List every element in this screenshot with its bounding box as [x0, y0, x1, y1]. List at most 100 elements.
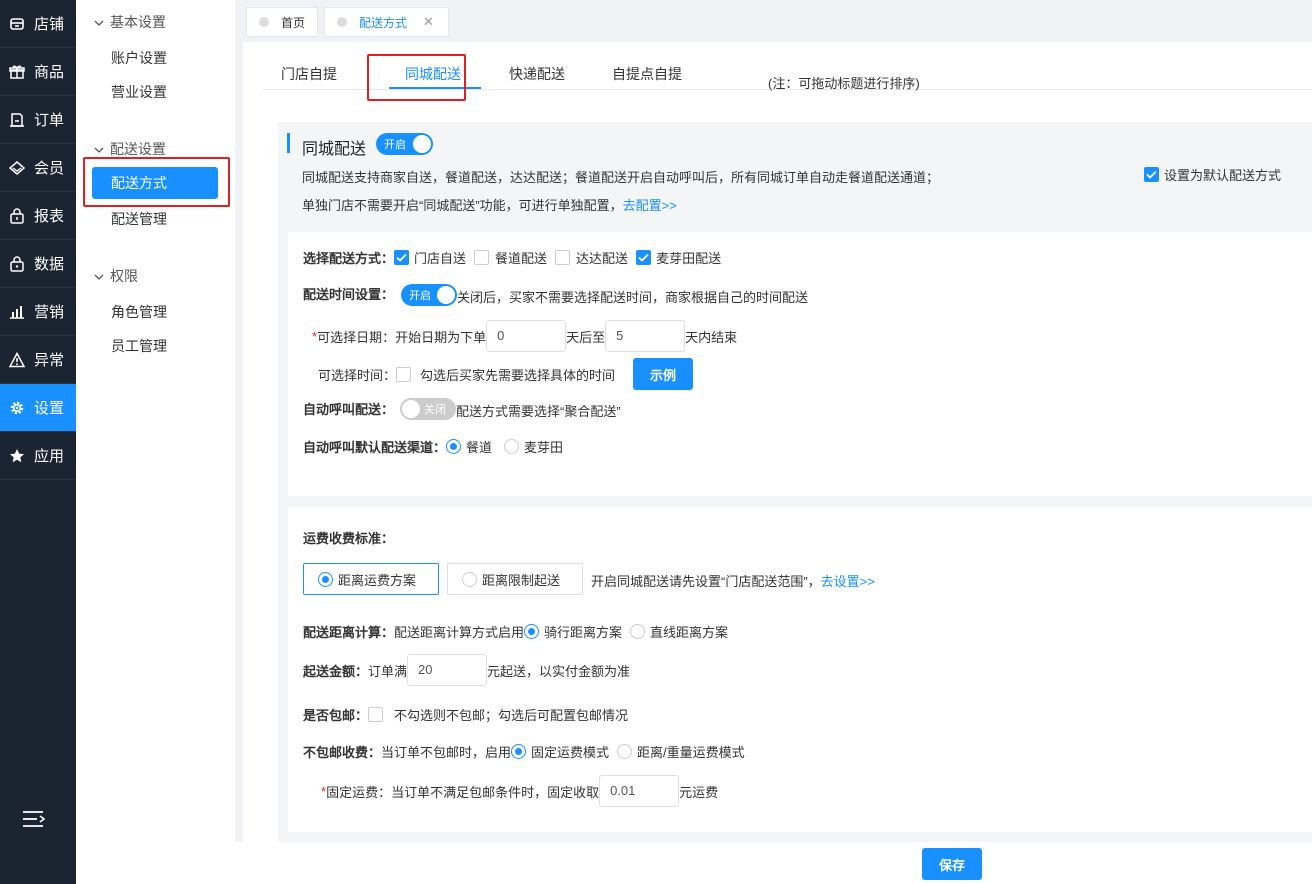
save-button[interactable]: 保存: [922, 848, 982, 880]
nav-item-settings[interactable]: 设置: [0, 384, 76, 432]
sidebar-item-account[interactable]: 账户设置: [111, 48, 167, 68]
method-dada-checkbox[interactable]: [555, 250, 571, 265]
nofree-fixed-radio[interactable]: [511, 744, 527, 759]
fee-option-limit[interactable]: 距离限制起送: [447, 563, 583, 595]
nav-item-reports[interactable]: 报表: [0, 192, 76, 240]
content-card: 门店自提 同城配送 快递配送 自提点自提 (注：可拖动标题进行排序) 同城配送 …: [243, 42, 1312, 842]
channel-option-label: 餐道: [466, 440, 493, 455]
nav-item-label: 商品: [34, 64, 65, 81]
default-method-checkbox[interactable]: 设置为默认配送方式: [1144, 165, 1281, 184]
sidebar-item-business[interactable]: 营业设置: [111, 82, 167, 102]
nav-item-label: 异常: [34, 352, 65, 369]
time-toggle[interactable]: 开启: [401, 284, 457, 306]
date-row: * 可选择日期：开始日期为下单 0 天后至 5 天内结束: [312, 320, 737, 352]
free-shipping-checkbox[interactable]: [368, 707, 384, 722]
configure-link[interactable]: 去配置>>: [623, 198, 677, 213]
delivery-settings-card: 选择配送方式： 门店自送 餐道配送 达达配送 麦芽田配送 配送时间设置： 开启: [288, 232, 1312, 496]
example-button[interactable]: 示例: [633, 358, 694, 390]
page-tabs-bar: 首页 配送方式 ✕: [235, 0, 1312, 42]
desc-text: 单独门店不需要开启“同城配送”功能，可进行单独配置，: [302, 198, 623, 213]
tab-pickup-point[interactable]: 自提点自提: [612, 64, 682, 84]
nofree-option-label: 固定运费模式: [531, 745, 610, 760]
distance-straight-radio[interactable]: [630, 624, 646, 639]
method-store-checkbox[interactable]: [394, 250, 410, 265]
sidebar-item-staff[interactable]: 员工管理: [111, 336, 167, 356]
fee-limit-radio[interactable]: [462, 571, 477, 587]
page-tab-delivery[interactable]: 配送方式 ✕: [324, 7, 449, 37]
nav-item-orders[interactable]: 订单: [0, 96, 76, 144]
date-start-input[interactable]: 0: [486, 320, 567, 352]
time-select-row: 可选择时间： 勾选后买家先需要选择具体的时间 示例: [318, 358, 694, 390]
fee-option-distance[interactable]: 距离运费方案: [303, 563, 439, 595]
fee-settings-card: 运费收费标准： 距离运费方案 距离限制起送 开启同城配送请先设置“门店配送范围”…: [288, 507, 1312, 832]
sidebar-group-delivery[interactable]: 配送设置: [94, 139, 166, 159]
panel-description-2: 单独门店不需要开启“同城配送”功能，可进行单独配置，去配置>>: [302, 195, 677, 214]
channel-maiyatian-radio[interactable]: [504, 439, 520, 454]
method-maiyatian-checkbox[interactable]: [636, 250, 652, 265]
chevron-down-icon: [94, 141, 104, 157]
fee-option-label: 距离限制起送: [482, 572, 561, 588]
panel-title: 同城配送: [302, 141, 367, 158]
method-label: 选择配送方式：: [303, 251, 395, 266]
nav-item-store[interactable]: 店铺: [0, 0, 76, 48]
distance-option-label: 直线距离方案: [650, 625, 729, 640]
fixed-fee-input[interactable]: 0.01: [599, 775, 680, 807]
method-option-label: 门店自送: [414, 251, 467, 266]
toggle-label: 开启: [384, 139, 406, 151]
checkbox-checked-icon[interactable]: [1144, 167, 1159, 182]
nav-item-members[interactable]: 会员: [0, 144, 76, 192]
auto-call-toggle[interactable]: 关闭: [400, 398, 456, 420]
channel-candao-radio[interactable]: [446, 439, 462, 454]
same-city-toggle[interactable]: 开启: [376, 133, 433, 155]
auto-call-label: 自动呼叫配送：: [303, 402, 395, 417]
diamond-icon: [9, 160, 25, 176]
distance-option-label: 骑行距离方案: [544, 625, 623, 640]
nav-item-apps[interactable]: 应用: [0, 432, 76, 480]
min-prefix: 订单满: [368, 663, 408, 679]
tab-store-pickup[interactable]: 门店自提: [281, 64, 337, 84]
nav-item-label: 订单: [34, 112, 65, 129]
time-select-checkbox[interactable]: [396, 366, 412, 382]
date-mid-text: 天后至: [566, 329, 606, 345]
sidebar-item-delivery-manage[interactable]: 配送管理: [111, 209, 167, 229]
close-icon[interactable]: ✕: [423, 14, 434, 30]
time-select-checkbox-label: 勾选后买家先需要选择具体的时间: [420, 367, 616, 383]
nav-item-data[interactable]: 数据: [0, 240, 76, 288]
min-amount-input[interactable]: 20: [407, 654, 488, 686]
toggle-knob: [437, 286, 455, 304]
distance-cycling-radio[interactable]: [524, 624, 540, 639]
toggle-knob: [402, 400, 420, 418]
menu-collapse-icon[interactable]: [22, 809, 46, 829]
nofree-distance-radio[interactable]: [617, 744, 633, 759]
warning-icon: [9, 351, 25, 368]
date-suffix-text: 天内结束: [685, 329, 738, 345]
tab-express[interactable]: 快递配送: [509, 64, 565, 84]
time-row: 配送时间设置：: [303, 284, 394, 303]
channel-option-label: 麦芽田: [524, 440, 564, 455]
fee-option-label: 距离运费方案: [338, 572, 417, 588]
gift-icon: [9, 64, 25, 80]
page-tab-home[interactable]: 首页: [246, 7, 318, 37]
distance-row: 配送距离计算： 配送距离计算方式启用 骑行距离方案 直线距离方案: [303, 622, 728, 641]
highlight-box: [83, 157, 230, 207]
set-range-link[interactable]: 去设置>>: [821, 571, 875, 590]
toggle-label: 关闭: [424, 404, 446, 416]
sidebar-group-permissions[interactable]: 权限: [94, 266, 138, 286]
date-label: 可选择日期：开始日期为下单: [317, 329, 487, 345]
nav-item-exceptions[interactable]: 异常: [0, 336, 76, 384]
fee-label-text: 运费收费标准：: [303, 531, 395, 546]
main-nav: 店铺 商品 订单 会员 报表 数据 营销 异常 设置 应用: [0, 0, 76, 884]
panel-description: 同城配送支持商家自送，餐道配送，达达配送；餐道配送开启自动呼叫后，所有同城订单自…: [302, 170, 940, 185]
nav-item-goods[interactable]: 商品: [0, 48, 76, 96]
sidebar-group-basic[interactable]: 基本设置: [94, 12, 166, 32]
fee-distance-radio[interactable]: [318, 571, 333, 587]
free-label: 是否包邮：: [303, 708, 369, 723]
page-tab-label: 配送方式: [359, 15, 408, 30]
method-candao-checkbox[interactable]: [474, 250, 490, 265]
nav-item-marketing[interactable]: 营销: [0, 288, 76, 336]
sidebar-item-roles[interactable]: 角色管理: [111, 302, 167, 322]
toggle-knob: [413, 135, 431, 153]
date-end-input[interactable]: 5: [605, 320, 686, 352]
nav-item-label: 数据: [34, 256, 65, 273]
chevron-down-icon: [94, 268, 104, 284]
